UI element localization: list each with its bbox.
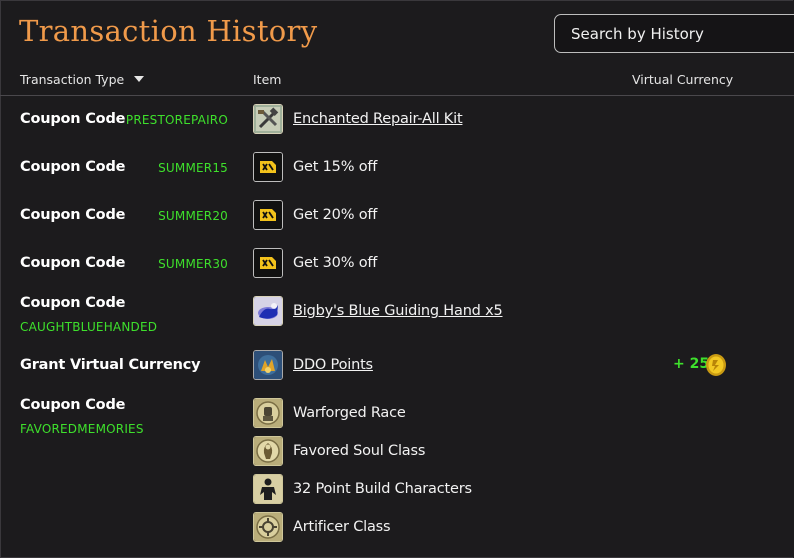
coupon-code: PRESTOREPAIRO: [125, 113, 228, 127]
transaction-type: Coupon Code: [20, 397, 126, 413]
column-header-virtual-currency: Virtual Currency: [632, 72, 734, 87]
item-link[interactable]: DDO Points: [293, 357, 373, 373]
point-build-icon: [253, 474, 283, 504]
transaction-type: Coupon Code: [20, 295, 126, 311]
blue-hand-icon: [253, 296, 283, 326]
search-box[interactable]: [554, 14, 794, 53]
transaction-type: Coupon Code: [20, 207, 126, 223]
coupon-code: SUMMER20: [158, 209, 228, 223]
ddo-point-coin-icon: [706, 354, 726, 376]
item-label: Get 20% off: [293, 207, 378, 223]
item-link[interactable]: Bigby's Blue Guiding Hand x5: [293, 303, 503, 319]
item-label: Favored Soul Class: [293, 443, 426, 459]
item-link[interactable]: Enchanted Repair-All Kit: [293, 111, 463, 127]
favored-soul-class-icon: [253, 436, 283, 466]
coupon-code: SUMMER15: [158, 161, 228, 175]
artificer-class-icon: [253, 512, 283, 542]
item-label: Warforged Race: [293, 405, 406, 421]
item-label: Artificer Class: [293, 519, 391, 535]
coupon-code: SUMMER30: [158, 257, 228, 271]
header-divider: [0, 95, 794, 96]
transaction-type: Coupon Code: [20, 159, 126, 175]
virtual-currency-amount: + 25: [673, 356, 710, 372]
item-label: Get 15% off: [293, 159, 378, 175]
sort-down-icon[interactable]: [134, 76, 145, 82]
coupon-code: CAUGHTBLUEHANDED: [20, 320, 158, 334]
warforged-race-icon: [253, 398, 283, 428]
transaction-type: Coupon Code: [20, 111, 126, 127]
discount-ticket-icon: [253, 200, 283, 230]
repair-kit-icon: [253, 104, 283, 134]
column-header-transaction-type[interactable]: Transaction Type: [20, 72, 145, 87]
item-label: Get 30% off: [293, 255, 378, 271]
transaction-type: Grant Virtual Currency: [20, 357, 201, 373]
coupon-code: FAVOREDMEMORIES: [20, 422, 144, 436]
discount-ticket-icon: [253, 152, 283, 182]
ddo-points-icon: [253, 350, 283, 380]
item-label: 32 Point Build Characters: [293, 481, 472, 497]
column-header-item: Item: [253, 72, 282, 87]
discount-ticket-icon: [253, 248, 283, 278]
search-input[interactable]: [555, 15, 791, 52]
page-title: Transaction History: [19, 14, 318, 48]
column-header-transaction-type-label: Transaction Type: [20, 72, 125, 87]
transaction-type: Coupon Code: [20, 255, 126, 271]
